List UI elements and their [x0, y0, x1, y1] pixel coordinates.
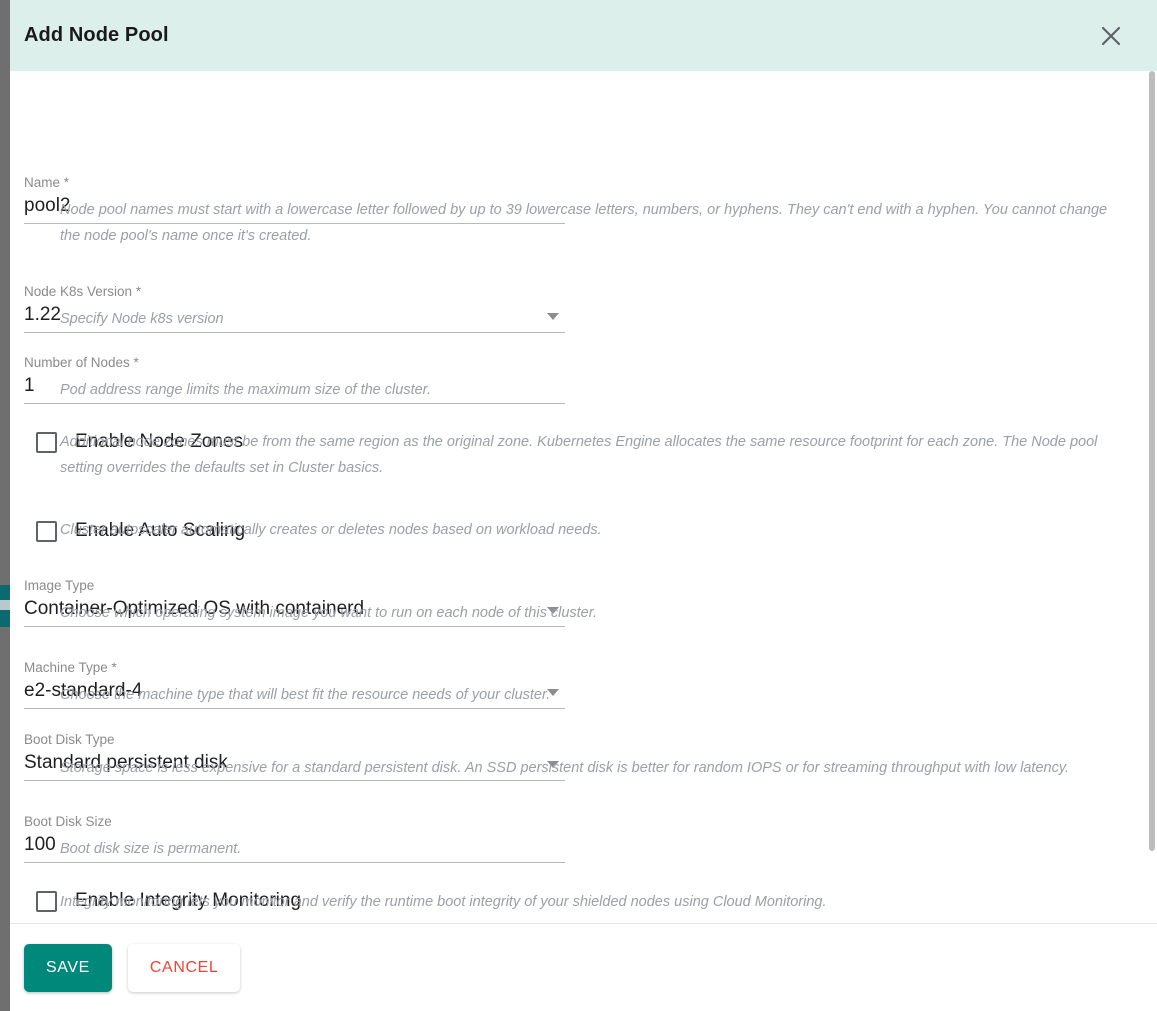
field-value-node-k8s-version[interactable]: 1.22 — [24, 303, 61, 327]
field-value-boot-disk-size[interactable]: 100 — [24, 833, 56, 857]
field-label-boot-disk-size: Boot Disk Size — [24, 814, 112, 829]
help-boot-disk-type: Storage space is less expensive for a st… — [60, 760, 1070, 776]
field-value-number-of-nodes[interactable]: 1 — [24, 374, 35, 398]
dialog-footer: SAVE CANCEL — [10, 923, 1157, 1011]
page-backdrop-accent-secondary — [0, 600, 10, 610]
help-enable-node-zones: Additional node zones must be from the s… — [60, 434, 1098, 476]
vertical-scrollbar[interactable] — [1146, 71, 1157, 923]
checkbox-enable-auto-scaling[interactable] — [36, 520, 57, 542]
field-label-machine-type: Machine Type * — [24, 660, 117, 675]
field-label-name: Name * — [24, 175, 70, 190]
field-label-boot-disk-type: Boot Disk Type — [24, 732, 115, 747]
add-node-pool-dialog: Add Node Pool Name * pool2 Node K8s Versio… — [10, 0, 1157, 1011]
dialog-title: Add Node Pool — [24, 24, 169, 46]
help-machine-type: Choose the machine type that will best f… — [60, 687, 551, 703]
help-node-k8s-version: Specify Node k8s version — [60, 311, 224, 327]
page-backdrop-strip — [0, 0, 10, 1011]
help-enable-integrity-monitoring: Integrity monitoring lets you monitor an… — [60, 894, 827, 910]
save-button[interactable]: SAVE — [24, 943, 112, 992]
scrollbar-thumb[interactable] — [1149, 71, 1155, 851]
close-icon-glyph — [1101, 26, 1121, 45]
help-number-of-nodes: Pod address range limits the maximum siz… — [60, 382, 431, 398]
field-label-image-type: Image Type — [24, 578, 95, 593]
help-boot-disk-size: Boot disk size is permanent. — [60, 841, 242, 857]
help-image-type: Choose which operating system image you … — [60, 605, 598, 621]
field-label-number-of-nodes: Number of Nodes * — [24, 355, 139, 370]
field-label-node-k8s-version: Node K8s Version * — [24, 284, 142, 299]
help-name: Node pool names must start with a lowerc… — [60, 202, 1108, 244]
dialog-header: Add Node Pool — [10, 0, 1157, 71]
close-icon[interactable] — [1091, 16, 1131, 56]
checkbox-enable-integrity-monitoring[interactable] — [36, 890, 57, 912]
help-enable-auto-scaling: Cluster autoscaler automatically creates… — [60, 522, 602, 538]
checkbox-enable-node-zones[interactable] — [36, 431, 57, 453]
cancel-button[interactable]: CANCEL — [127, 943, 241, 992]
dialog-body: Name * pool2 Node K8s Version * 1.22 Number … — [10, 71, 1157, 923]
